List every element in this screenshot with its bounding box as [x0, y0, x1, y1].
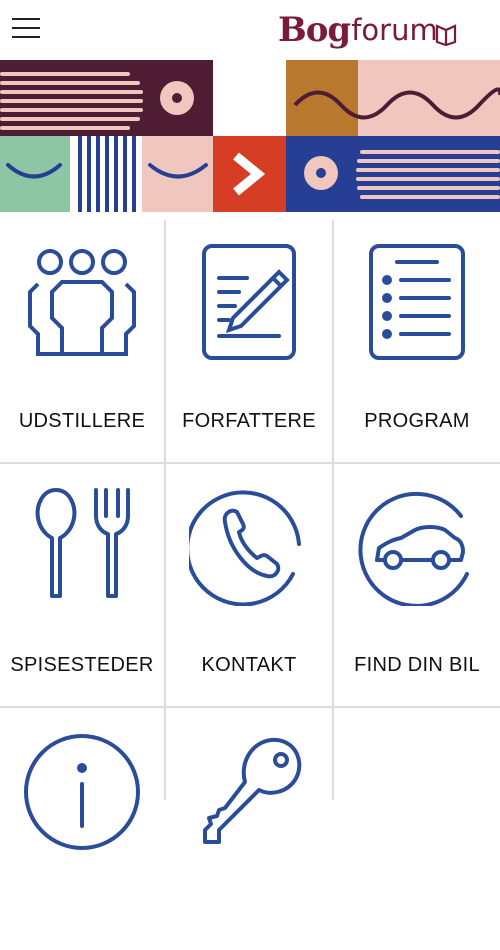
- tile-spisesteder[interactable]: SPISESTEDER: [0, 464, 164, 706]
- tile-find-din-bil[interactable]: FIND DIN BIL: [334, 464, 500, 706]
- tile-key[interactable]: [166, 708, 332, 950]
- tile-label: FIND DIN BIL: [354, 654, 480, 676]
- menu-grid: UDSTILLERE FORFATTERE PROGRAM SPISESTEDE…: [0, 220, 500, 950]
- list-icon: [369, 244, 465, 360]
- tile-forfattere[interactable]: FORFATTERE: [166, 220, 332, 462]
- book-icon: [435, 24, 456, 46]
- spoon-fork-icon: [35, 488, 130, 598]
- car-icon: [358, 491, 469, 606]
- tile-info[interactable]: [0, 708, 164, 950]
- key-icon: [203, 737, 302, 844]
- tile-empty: [334, 708, 500, 950]
- menu-icon[interactable]: [12, 18, 40, 40]
- tile-label: UDSTILLERE: [18, 410, 146, 432]
- tile-label: KONTAKT: [201, 654, 297, 676]
- info-icon: [24, 734, 140, 850]
- tile-label: SPISESTEDER: [10, 654, 154, 676]
- tile-program[interactable]: PROGRAM: [334, 220, 500, 462]
- tile-label: PROGRAM: [364, 410, 470, 432]
- document-pen-icon: [202, 244, 296, 360]
- brand-logo-part1: Bog: [278, 10, 351, 50]
- tile-kontakt[interactable]: KONTAKT: [166, 464, 332, 706]
- decorative-banner: [0, 60, 500, 212]
- brand-logo: Bog forum: [278, 6, 457, 54]
- people-icon: [28, 249, 136, 356]
- phone-icon: [189, 490, 301, 606]
- brand-logo-part2: forum: [351, 13, 438, 47]
- tile-udstillere[interactable]: UDSTILLERE: [0, 220, 164, 462]
- top-bar: Bog forum: [0, 0, 500, 60]
- tile-label: FORFATTERE: [182, 410, 316, 432]
